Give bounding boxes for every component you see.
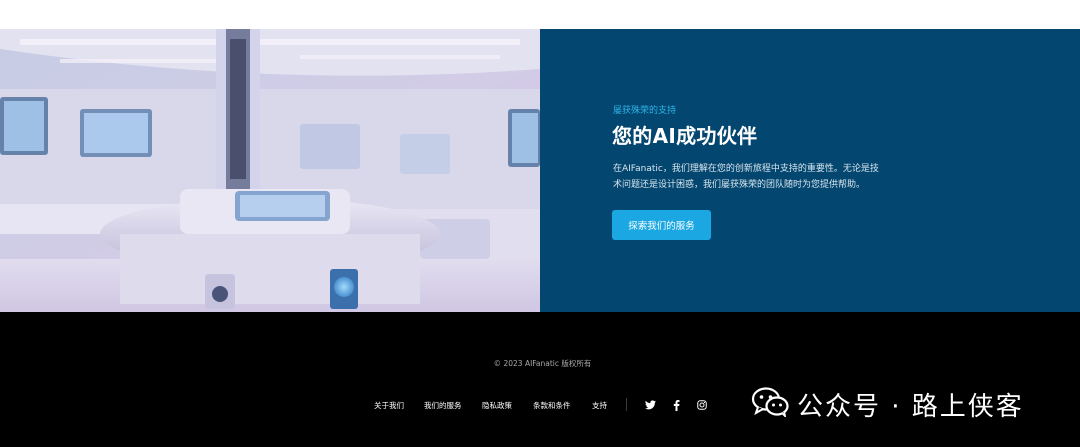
explore-services-button[interactable]: 探索我们的服务 [612, 210, 711, 240]
footer-link-services[interactable]: 我们的服务 [424, 400, 462, 411]
footer-link-terms[interactable]: 条款和条件 [533, 400, 571, 411]
twitter-icon[interactable] [643, 398, 657, 412]
hero-section: 屡获殊荣的支持 您的AI成功伙伴 在AIFanatic，我们理解在您的创新旅程中… [0, 29, 1080, 312]
facebook-icon[interactable] [669, 398, 683, 412]
hero-description: 在AIFanatic，我们理解在您的创新旅程中支持的重要性。无论是技 术问题还是… [613, 161, 893, 193]
info-panel: 屡获殊荣的支持 您的AI成功伙伴 在AIFanatic，我们理解在您的创新旅程中… [540, 29, 1080, 312]
top-strip [0, 0, 1080, 29]
copyright-text: © 2023 AIFanatic 版权所有 [493, 359, 592, 368]
instagram-icon[interactable] [695, 398, 709, 412]
eyebrow-text: 屡获殊荣的支持 [613, 106, 677, 116]
lab-image [0, 29, 540, 312]
wechat-icon [751, 387, 789, 421]
wechat-watermark: 公众号 · 路上侠客 [751, 386, 1024, 422]
footer-link-privacy[interactable]: 隐私政策 [482, 400, 512, 411]
description-line: 在AIFanatic，我们理解在您的创新旅程中支持的重要性。无论是技 [613, 164, 879, 174]
hero-headline: 您的AI成功伙伴 [612, 124, 758, 148]
footer-link-support[interactable]: 支持 [592, 400, 607, 411]
footer-link-about[interactable]: 关于我们 [374, 400, 404, 411]
footer: © 2023 AIFanatic 版权所有 关于我们 我们的服务 隐私政策 条款… [0, 312, 1080, 447]
watermark-text: 公众号 · 路上侠客 [797, 391, 1024, 422]
nav-divider [626, 398, 627, 411]
description-line: 术问题还是设计困惑，我们屡获殊荣的团队随时为您提供帮助。 [613, 180, 866, 190]
